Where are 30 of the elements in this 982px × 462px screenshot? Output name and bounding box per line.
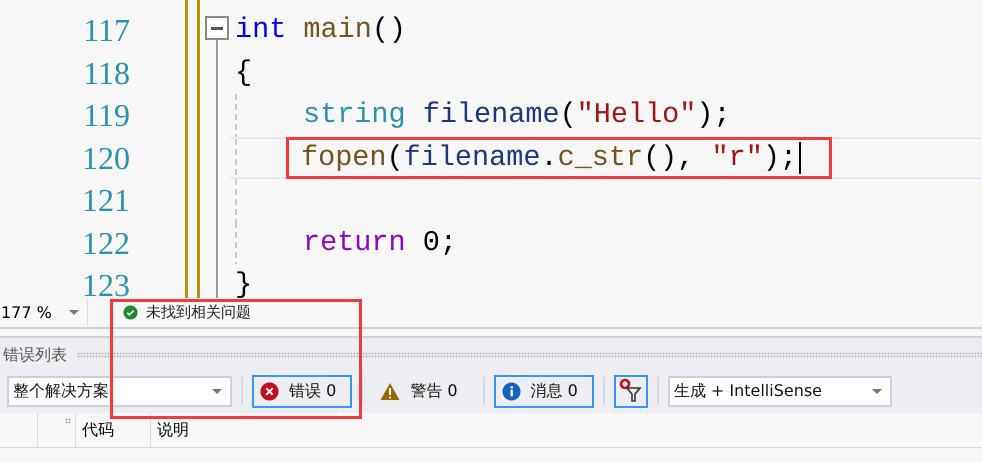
line-number: 123 xyxy=(81,266,130,298)
collapse-icon[interactable] xyxy=(205,16,229,40)
code-line: string filename("Hello"); xyxy=(303,97,731,134)
column-header[interactable]: 说明 xyxy=(151,413,189,447)
grip-icon xyxy=(65,418,71,424)
error-icon xyxy=(260,382,279,400)
source-dropdown[interactable]: 生成 + IntelliSense xyxy=(668,376,892,406)
line-number: 122 xyxy=(81,224,130,262)
warning-icon xyxy=(380,382,400,400)
check-circle-icon xyxy=(123,305,138,320)
line-number: 118 xyxy=(82,54,130,92)
line-number: 120 xyxy=(81,138,130,178)
panel-title: 错误列表 xyxy=(3,344,67,366)
line-number: 121 xyxy=(81,181,130,220)
code-line: return 0; xyxy=(303,224,457,261)
code-line: { xyxy=(235,54,252,91)
zoom-dropdown[interactable]: 177 % xyxy=(0,299,88,326)
line-number: 117 xyxy=(82,11,130,50)
filter-toggle[interactable] xyxy=(614,374,648,408)
code-line: int main() xyxy=(235,12,406,48)
code-line: } xyxy=(235,267,252,298)
info-icon xyxy=(502,382,521,400)
filter-button[interactable]: 错误 0 xyxy=(252,374,352,408)
filter-button[interactable]: 警告 0 xyxy=(372,374,474,408)
code-line: fopen(filename.c_str(), "r"); xyxy=(289,140,830,176)
line-number: 119 xyxy=(82,96,130,135)
status-message: 未找到相关问题 xyxy=(146,303,251,322)
column-header[interactable]: 代码 xyxy=(76,413,151,447)
scope-dropdown[interactable]: 整个解决方案 xyxy=(7,376,232,406)
filter-button[interactable]: 消息 0 xyxy=(494,374,594,408)
